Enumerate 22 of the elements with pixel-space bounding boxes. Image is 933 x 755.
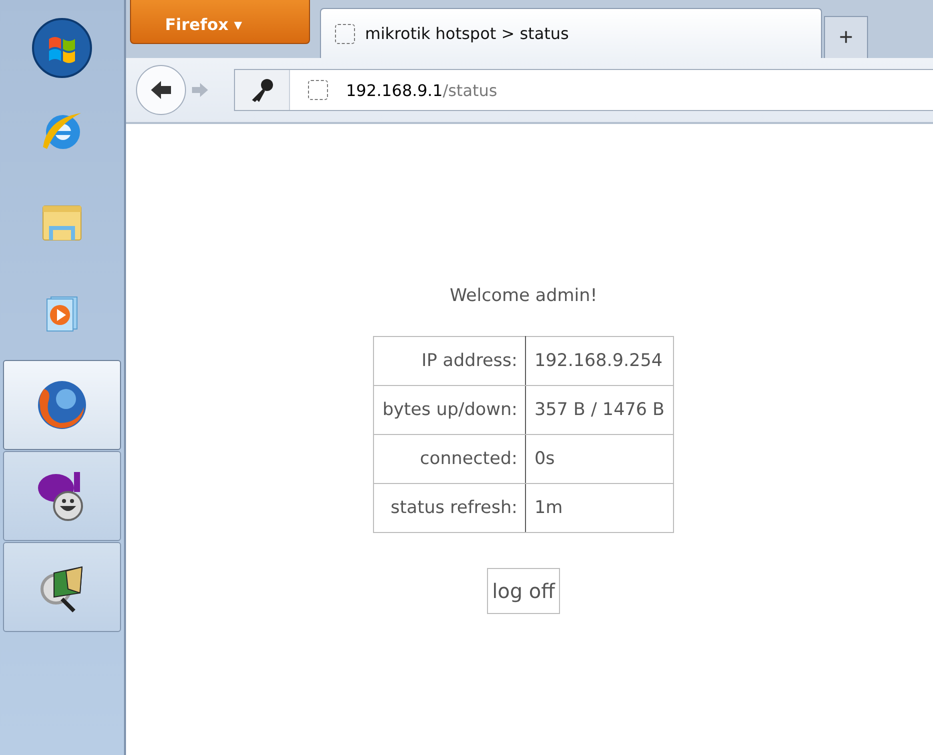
field-label: connected: xyxy=(374,434,526,484)
taskbar-button[interactable] xyxy=(3,451,121,541)
browser-tab[interactable]: mikrotik hotspot > status xyxy=(320,8,822,58)
welcome-text: Welcome admin! xyxy=(450,286,598,306)
taskbar-button[interactable] xyxy=(3,542,121,632)
url-text: 192.168.9.1/status xyxy=(346,80,498,100)
field-label: IP address: xyxy=(374,336,526,386)
page-icon xyxy=(335,24,355,44)
field-value: 192.168.9.254 xyxy=(526,336,674,386)
field-value: 0s xyxy=(526,434,674,484)
field-value: 357 B / 1476 B xyxy=(526,386,674,434)
back-arrow-icon xyxy=(149,80,173,100)
address-bar[interactable]: 192.168.9.1/status xyxy=(234,69,933,111)
field-value: 1m xyxy=(526,484,674,532)
log-off-button[interactable]: log off xyxy=(487,568,560,614)
back-button[interactable] xyxy=(136,65,186,115)
taskbar-button[interactable] xyxy=(3,360,121,450)
field-label: bytes up/down: xyxy=(374,386,526,434)
start-orb-icon[interactable] xyxy=(31,17,93,79)
page-icon xyxy=(308,80,328,100)
new-tab-button[interactable]: + xyxy=(824,16,868,58)
field-label: status refresh: xyxy=(374,484,526,532)
